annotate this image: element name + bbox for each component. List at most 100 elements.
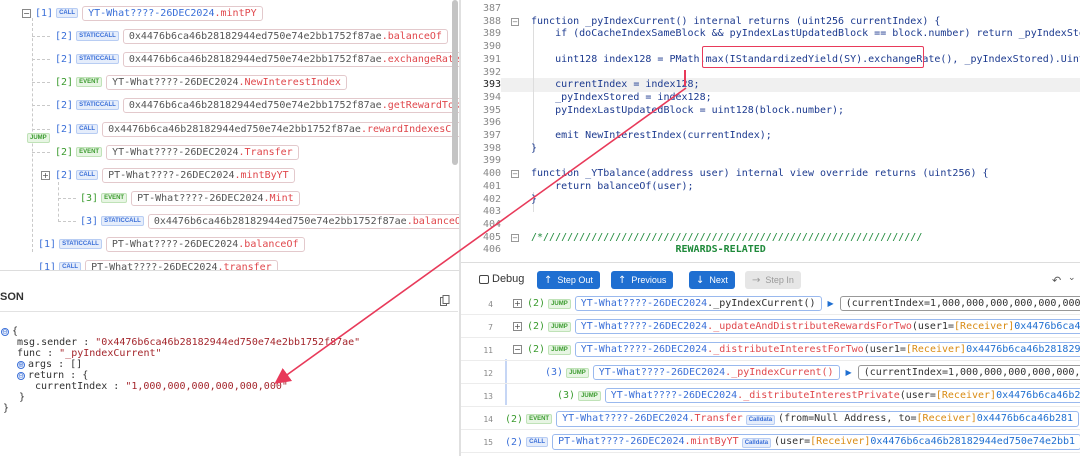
call-chip[interactable]: 0x4476b6ca46b28182944ed750e74e2bb1752f87… <box>102 121 460 137</box>
trace-scrollbar[interactable] <box>452 0 458 165</box>
step-in-button[interactable]: → Step In <box>745 271 801 289</box>
code-line[interactable]: function _YTbalance(address user) intern… <box>531 168 989 179</box>
code-line[interactable]: return balanceOf(user); <box>531 181 693 192</box>
expand-icon[interactable]: ⊕ <box>17 361 25 369</box>
call-depth: (2) <box>527 344 546 355</box>
play-icon[interactable]: ▶ <box>828 299 834 308</box>
call-chip[interactable]: YT-What????-26DEC2024._distributeInteres… <box>574 342 1080 357</box>
expand-icon[interactable]: + <box>513 299 522 308</box>
call-chip[interactable]: 0x4476b6ca46b28182944ed750e74e2bb1752f87… <box>122 28 448 44</box>
fold-icon[interactable]: − <box>511 233 519 242</box>
collapse-icon[interactable]: ⊖ <box>1 328 9 336</box>
fold-icon[interactable]: − <box>511 17 519 26</box>
code-line[interactable]: function _pyIndexCurrent() internal retu… <box>531 16 940 27</box>
call-depth: [2] <box>55 123 74 135</box>
call-chip[interactable]: 0x4476b6ca46b28182944ed750e74e2bb1752f87… <box>122 97 460 113</box>
call-chip[interactable]: 0x4476b6ca46b28182944ed750e74e2bb1752f87… <box>122 51 460 67</box>
next-button[interactable]: ↓ Next <box>689 271 735 289</box>
row-number: 15 <box>483 438 493 447</box>
debug-row[interactable]: 12 (3) JUMP YT-What????-26DEC2024._pyInd… <box>461 362 1080 384</box>
call-chip[interactable]: PT-What????-26DEC2024.Mint <box>131 190 300 206</box>
call-chip[interactable]: YT-What????-26DEC2024.NewInterestIndex <box>106 74 347 90</box>
trace-row[interactable]: − [1] CALL YT-What????-26DEC2024.mintPY <box>22 4 263 22</box>
trace-row[interactable]: [2] STATICCALL 0x4476b6ca46b28182944ed75… <box>55 50 460 68</box>
call-depth: [2] <box>55 76 74 88</box>
row-number: 11 <box>483 346 493 355</box>
code-line[interactable]: REWARDS-RELATED <box>531 244 765 255</box>
call-chip[interactable]: 0x4476b6ca46b28182944ed750e74e2bb1752f87… <box>147 213 460 229</box>
call-depth: [2] <box>55 53 74 65</box>
expand-icon[interactable]: + <box>41 170 50 180</box>
call-chip[interactable]: YT-What????-26DEC2024._pyIndexCurrent() <box>592 365 840 380</box>
call-badge: CALL <box>526 437 549 447</box>
call-badge: STATICCALL <box>76 31 119 41</box>
step-out-button[interactable]: ↑ Step Out <box>537 271 600 289</box>
call-chip[interactable]: YT-What????-26DEC2024.mintPY <box>82 5 263 21</box>
trace-row[interactable]: [2] CALL 0x4476b6ca46b28182944ed750e74e2… <box>55 120 460 138</box>
chevron-down-icon[interactable]: ⌄ <box>1068 273 1076 283</box>
call-chip[interactable]: YT-What????-26DEC2024._updateAndDistribu… <box>574 319 1080 334</box>
call-depth: [3] <box>80 192 99 204</box>
calldata-badge: Calldata <box>741 438 772 448</box>
call-chip[interactable]: PT-What????-26DEC2024.mintByYT <box>102 167 295 183</box>
code-line[interactable]: /*//////////////////////////////////////… <box>531 232 922 243</box>
play-icon[interactable]: ▶ <box>846 368 852 377</box>
code-line[interactable]: _pyIndexStored = index128; <box>531 92 712 103</box>
arrow-up-icon: ↑ <box>618 274 627 286</box>
line-number: 403 <box>482 206 501 218</box>
line-number: 390 <box>482 41 501 53</box>
trace-row[interactable]: [2] STATICCALL 0x4476b6ca46b28182944ed75… <box>55 27 448 45</box>
debug-row[interactable]: 11 − (2) JUMP YT-What????-26DEC2024._dis… <box>461 339 1080 361</box>
arrow-right-icon: → <box>752 274 761 286</box>
calldata-badge: Calldata <box>745 415 776 425</box>
debug-row[interactable]: 13 (3) JUMP YT-What????-26DEC2024._distr… <box>461 385 1080 407</box>
line-number: 397 <box>482 130 501 141</box>
tree-guide <box>32 82 50 83</box>
json-current-index: currentIndex : "1,000,000,000,000,000,00… <box>35 381 288 392</box>
undo-icon[interactable]: ↶ <box>1052 274 1061 287</box>
code-line[interactable]: if (doCacheIndexSameBlock && pyIndexLast… <box>531 28 1080 39</box>
expand-icon[interactable]: + <box>513 322 522 331</box>
call-chip[interactable]: YT-What????-26DEC2024.Transfer <box>106 144 299 160</box>
debug-row[interactable]: 14 (2) EVENT YT-What????-26DEC2024.Trans… <box>461 408 1080 430</box>
code-line[interactable]: } <box>531 143 537 154</box>
code-line[interactable]: } <box>531 194 537 205</box>
call-badge: STATICCALL <box>59 239 102 249</box>
call-chip[interactable]: PT-What????-26DEC2024.balanceOf <box>105 236 305 252</box>
trace-row[interactable]: + [2] CALL PT-What????-26DEC2024.mintByY… <box>41 166 295 184</box>
code-line[interactable]: emit NewInterestIndex(currentIndex); <box>531 130 772 141</box>
code-line[interactable]: currentIndex = index128; <box>531 79 700 90</box>
trace-row[interactable]: [3] EVENT PT-What????-26DEC2024.Mint <box>80 189 300 207</box>
call-chip[interactable]: YT-What????-26DEC2024.Transfer Calldata (f… <box>556 411 1080 427</box>
trace-row[interactable]: [2] STATICCALL 0x4476b6ca46b28182944ed75… <box>55 96 460 114</box>
call-depth: (2) <box>527 321 546 332</box>
debug-row[interactable]: 7 + (2) JUMP YT-What????-26DEC2024._upda… <box>461 316 1080 338</box>
json-func: func : "_pyIndexCurrent" <box>17 348 162 359</box>
debug-title: Debug <box>479 273 524 285</box>
call-depth: (3) <box>557 390 576 401</box>
call-chip[interactable]: PT-What????-26DEC2024.transfer <box>85 259 278 270</box>
collapse-icon[interactable]: − <box>22 8 31 18</box>
debug-row[interactable]: 15 (2) CALL PT-What????-26DEC2024.mintBy… <box>461 431 1080 453</box>
trace-row[interactable]: [3] STATICCALL 0x4476b6ca46b28182944ed75… <box>80 212 460 230</box>
call-chip[interactable]: PT-What????-26DEC2024.mintByYT Calldata (u… <box>552 434 1080 450</box>
call-badge: STATICCALL <box>76 100 119 110</box>
arrow-down-icon: ↓ <box>696 274 705 286</box>
fold-icon[interactable]: − <box>511 170 519 179</box>
trace-row[interactable]: [2] EVENT YT-What????-26DEC2024.NewInter… <box>55 73 347 91</box>
debug-row[interactable]: 4 + (2) JUMP YT-What????-26DEC2024._pyIn… <box>461 293 1080 315</box>
call-depth: [2] <box>55 99 74 111</box>
trace-row[interactable]: [1] CALL PT-What????-26DEC2024.transfer <box>38 258 278 270</box>
trace-row[interactable]: [2] EVENT YT-What????-26DEC2024.Transfer <box>55 143 299 161</box>
divider <box>0 311 458 312</box>
previous-button[interactable]: ↑ Previous <box>611 271 674 289</box>
copy-icon[interactable] <box>440 295 450 306</box>
trace-row[interactable]: [1] STATICCALL PT-What????-26DEC2024.bal… <box>38 235 305 253</box>
call-chip[interactable]: YT-What????-26DEC2024._distributeInteres… <box>604 388 1080 403</box>
call-chip[interactable]: YT-What????-26DEC2024._pyIndexCurrent() <box>574 296 822 311</box>
code-editor[interactable]: 387 388 function _pyIndexCurrent() interna… <box>461 0 1080 262</box>
collapse-icon[interactable]: − <box>513 345 522 354</box>
code-line[interactable]: pyIndexLastUpdatedBlock = uint128(block.… <box>531 105 844 116</box>
collapse-icon[interactable]: ⊖ <box>17 372 25 380</box>
tree-guide <box>32 105 50 106</box>
